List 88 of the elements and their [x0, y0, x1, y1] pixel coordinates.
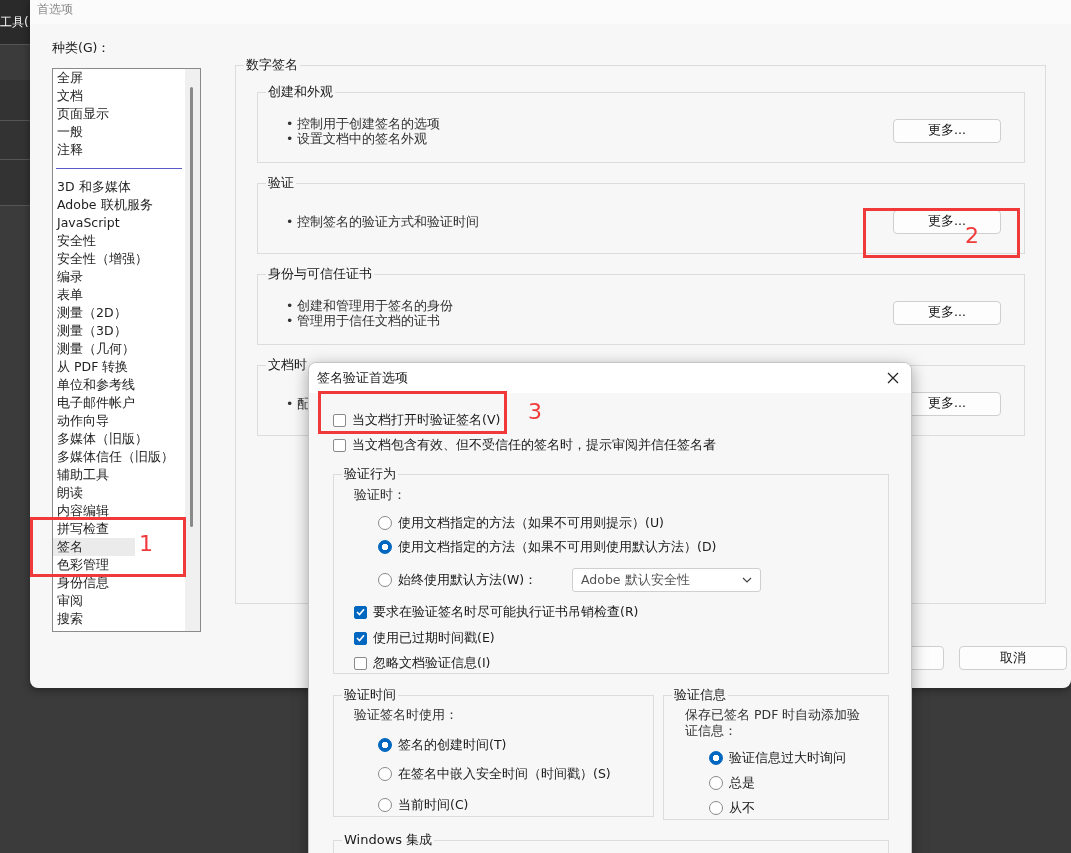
category-item[interactable]: 安全性（增强）: [53, 250, 148, 268]
radio-button[interactable]: [709, 751, 723, 765]
cancel-button[interactable]: 取消: [959, 646, 1067, 670]
dropdown[interactable]: Adobe 默认安全性: [572, 568, 761, 592]
category-item[interactable]: 多媒体信任（旧版）: [53, 448, 174, 466]
category-item[interactable]: 审阅: [53, 592, 135, 610]
category-item[interactable]: 动作向导: [53, 412, 135, 430]
group-title: Windows 集成: [342, 832, 435, 848]
radio-button[interactable]: [709, 801, 723, 815]
category-item[interactable]: 表单: [53, 286, 135, 304]
category-item[interactable]: 拼写检查: [53, 520, 135, 538]
category-item[interactable]: 单位和参考线: [53, 376, 135, 394]
window-title: 首选项: [37, 1, 73, 17]
category-item[interactable]: 签名: [53, 538, 135, 556]
checkbox-label: 要求在验证签名时尽可能执行证书吊销检查(R): [373, 604, 639, 620]
prompt-text: 验证签名时使用：: [354, 707, 458, 723]
radio-label: 在签名中嵌入安全时间（时间戳）(S): [398, 766, 611, 782]
checkbox-label: 当文档打开时验证签名(V): [352, 412, 501, 428]
radio-button[interactable]: [709, 776, 723, 790]
radio-label: 使用文档指定的方法（如果不可用则提示）(U): [398, 515, 664, 531]
category-item[interactable]: 文档: [53, 87, 135, 105]
group-title: 验证时间: [342, 687, 398, 703]
bullet-text: • 管理用于信任文档的证书: [286, 312, 442, 328]
radio-label: 当前时间(C): [398, 797, 469, 813]
radio-button[interactable]: [378, 738, 392, 752]
radio-label: 总是: [729, 775, 755, 791]
checkbox-label: 忽略文档验证信息(I): [373, 655, 491, 671]
category-item[interactable]: 从 PDF 转换: [53, 358, 135, 376]
radio-button[interactable]: [378, 540, 392, 554]
category-item[interactable]: 3D 和多媒体: [53, 178, 135, 196]
checkbox[interactable]: [333, 413, 346, 427]
category-item[interactable]: 搜索: [53, 610, 135, 628]
checkbox[interactable]: [333, 438, 346, 452]
caret-icon: [742, 577, 752, 583]
close-icon: [887, 372, 899, 384]
checkbox[interactable]: [354, 656, 367, 670]
radio-button[interactable]: [378, 798, 392, 812]
annotation-number: 3: [528, 400, 542, 424]
more-button[interactable]: 更多...: [893, 118, 1001, 143]
category-item[interactable]: 注释: [53, 141, 135, 159]
category-label: 种类(G)：: [52, 40, 111, 56]
annotation-number: 1: [139, 532, 153, 556]
group-title: 验证信息: [672, 687, 728, 703]
checkbox-label: 使用已过期时间戳(E): [373, 630, 495, 646]
category-item[interactable]: 测量（2D）: [53, 304, 135, 322]
group-title: 身份与可信任证书: [266, 266, 374, 282]
bullet-text: • 控制用于创建签名的选项: [286, 115, 441, 131]
category-item[interactable]: 朗读: [53, 484, 135, 502]
radio-button[interactable]: [378, 767, 392, 781]
radio-label: 始终使用默认方法(W)：: [398, 572, 538, 588]
category-item[interactable]: 多媒体（旧版）: [53, 430, 148, 448]
category-item[interactable]: 测量（3D）: [53, 322, 135, 340]
group-title: 文档时: [266, 357, 309, 373]
radio-label: 使用文档指定的方法（如果不可用则使用默认方法）(D): [398, 539, 717, 555]
bullet-text: • 设置文档中的签名外观: [286, 130, 429, 146]
category-item[interactable]: 电子邮件帐户: [53, 394, 135, 412]
category-item[interactable]: Adobe 联机服务: [53, 196, 153, 214]
radio-label: 从不: [729, 800, 755, 816]
radio-label: 签名的创建时间(T): [398, 737, 507, 753]
group-title: 验证行为: [342, 466, 398, 482]
category-item[interactable]: 页面显示: [53, 105, 135, 123]
bullet-text: • 控制签名的验证方式和验证时间: [286, 214, 480, 229]
scrollbar[interactable]: [185, 69, 200, 631]
side-panel: [0, 121, 30, 160]
prompt-text: 保存已签名 PDF 时自动添加验证信息：: [685, 707, 862, 739]
dialog-title: 签名验证首选项: [317, 370, 408, 386]
category-item[interactable]: JavaScript: [53, 214, 135, 232]
category-item[interactable]: 辅助工具: [53, 466, 135, 484]
group-title: 创建和外观: [266, 84, 335, 100]
group-title: 数字签名: [244, 57, 300, 73]
category-item[interactable]: 身份信息: [53, 574, 135, 592]
category-item[interactable]: 编录: [53, 268, 135, 286]
category-item[interactable]: 一般: [53, 123, 135, 141]
prompt-text: 验证时：: [354, 487, 406, 503]
category-item[interactable]: 内容编辑: [53, 502, 135, 520]
radio-button[interactable]: [378, 516, 392, 530]
category-item[interactable]: 测量（几何）: [53, 340, 135, 358]
radio-label: 验证信息过大时询问: [729, 750, 846, 766]
category-item[interactable]: 全屏: [53, 69, 135, 87]
checkbox[interactable]: [354, 605, 367, 619]
category-item[interactable]: 色彩管理: [53, 556, 135, 574]
checkbox[interactable]: [354, 631, 367, 645]
more-button[interactable]: 更多...: [893, 300, 1001, 325]
category-item[interactable]: 安全性: [53, 232, 135, 250]
group-title: 验证: [266, 175, 296, 191]
checkbox-label: 当文档包含有效、但不受信任的签名时，提示审阅并信任签名者: [352, 437, 716, 453]
radio-button[interactable]: [378, 573, 392, 587]
bullet-text: • 创建和管理用于签名的身份: [286, 297, 454, 313]
